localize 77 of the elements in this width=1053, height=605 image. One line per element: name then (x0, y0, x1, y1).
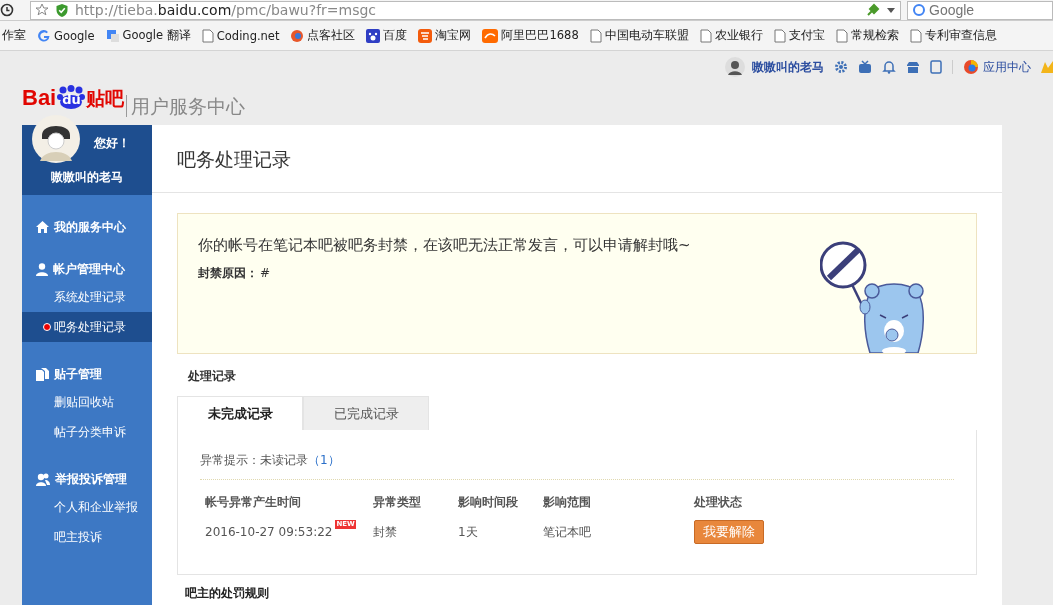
swoosh-icon (482, 28, 499, 43)
sidebar-item[interactable]: 删贴回收站 (22, 387, 152, 417)
ban-reason: 封禁原因： # (198, 265, 272, 282)
page-icon (835, 28, 848, 43)
greeting: 您好！ (94, 135, 131, 152)
avatar-icon[interactable] (725, 57, 745, 77)
bookmark-link[interactable]: 专利审查信息 (909, 28, 997, 43)
bookmark-link[interactable]: 农业银行 (699, 28, 763, 43)
store-icon[interactable] (906, 60, 920, 74)
bookmark-link[interactable]: 常规检索 (835, 28, 899, 43)
shop-icon (418, 28, 433, 43)
page-icon (773, 28, 786, 43)
home-icon (36, 221, 49, 233)
sidebar-section[interactable]: 我的服务中心 (22, 217, 152, 237)
documents-icon (36, 367, 49, 381)
orb-icon (290, 28, 305, 43)
tablet-icon[interactable] (930, 60, 942, 74)
unread-hint: 异常提示：未读记录（1） (200, 430, 954, 480)
bookmark-link[interactable]: Google (37, 28, 95, 43)
bookmark-link[interactable]: 淘宝网 (418, 28, 472, 43)
sidebar-section[interactable]: 举报投诉管理 (22, 469, 152, 489)
tab[interactable]: 未完成记录 (177, 396, 303, 430)
bookmark-link[interactable]: 中国电动车联盟 (589, 28, 689, 43)
bookmark-link[interactable]: 作室 (2, 28, 26, 43)
bookmark-link[interactable]: 百度 (366, 28, 408, 43)
avatar (32, 115, 80, 163)
user-name: 嗷嗷叫的老马 (50, 169, 124, 186)
bookmark-link[interactable]: 支付宝 (773, 28, 825, 43)
plug-icon (866, 3, 880, 17)
logo: Bai du 贴吧 (22, 84, 125, 111)
orb-icon[interactable] (963, 59, 979, 75)
page-icon (201, 28, 214, 43)
sidebar-section[interactable]: 贴子管理 (22, 364, 152, 384)
page-icon (589, 28, 602, 43)
bell-icon[interactable] (882, 60, 896, 74)
bookmark-link[interactable]: Google 翻译 (105, 28, 191, 43)
tab[interactable]: 已完成记录 (303, 396, 429, 430)
google-icon (37, 28, 51, 43)
column-header: 处理状态 (694, 494, 743, 511)
translate-icon (105, 28, 120, 43)
search-field[interactable]: Google (907, 0, 1053, 20)
sidebar-item[interactable]: 吧主投诉 (22, 522, 152, 552)
page-icon (699, 28, 712, 43)
paw-icon (366, 28, 381, 43)
bookmark-link[interactable]: 阿里巴巴1688 (482, 28, 579, 43)
table-cell: 2016-10-27 09:53:22 (205, 525, 333, 539)
google-icon (913, 4, 925, 16)
section-heading: 吧主的处罚规则 (185, 585, 270, 602)
column-header: 影响范围 (543, 494, 592, 511)
address-field[interactable]: http://tieba.baidu.com/pmc/bawu?fr=msgc (30, 0, 901, 20)
sidebar-section[interactable]: 帐户管理中心 (22, 259, 152, 279)
table-cell-text: 笔记本吧 (543, 523, 592, 541)
table-cell-text: 1天 (458, 523, 479, 541)
sidebar-item[interactable]: 系统处理记录 (22, 282, 152, 312)
column-header: 帐号异常产生时间 (205, 494, 302, 511)
history-icon[interactable] (0, 3, 14, 17)
page-title: 吧务处理记录 (152, 125, 1002, 193)
people-icon (36, 472, 50, 486)
bookmark-link[interactable]: Coding.net (201, 28, 280, 43)
section-heading: 处理记录 (188, 368, 237, 385)
ban-message: 你的帐号在笔记本吧被吧务封禁，在该吧无法正常发言，可以申请解封哦~ (198, 236, 691, 255)
settings-icon[interactable] (834, 60, 848, 74)
dropdown-icon (886, 6, 896, 14)
page-icon (909, 28, 922, 43)
person-icon (36, 262, 48, 276)
table-cell-text: 封禁 (373, 523, 398, 541)
shield-icon (55, 2, 69, 18)
user-name-link[interactable]: 嗷嗷叫的老马 (752, 58, 824, 76)
bookmark-link[interactable]: 点客社区 (290, 28, 356, 43)
site-subtitle: 用户服务中心 (126, 95, 246, 117)
column-header: 异常类型 (373, 494, 422, 511)
sidebar-item[interactable]: 帖子分类申诉 (22, 417, 152, 447)
sidebar-item[interactable]: 吧务处理记录 (22, 312, 152, 342)
column-header: 影响时间段 (458, 494, 519, 511)
app-center-link[interactable]: 应用中心 (983, 58, 1031, 76)
star-icon (35, 3, 49, 17)
sidebar-item[interactable]: 个人和企业举报 (22, 492, 152, 522)
